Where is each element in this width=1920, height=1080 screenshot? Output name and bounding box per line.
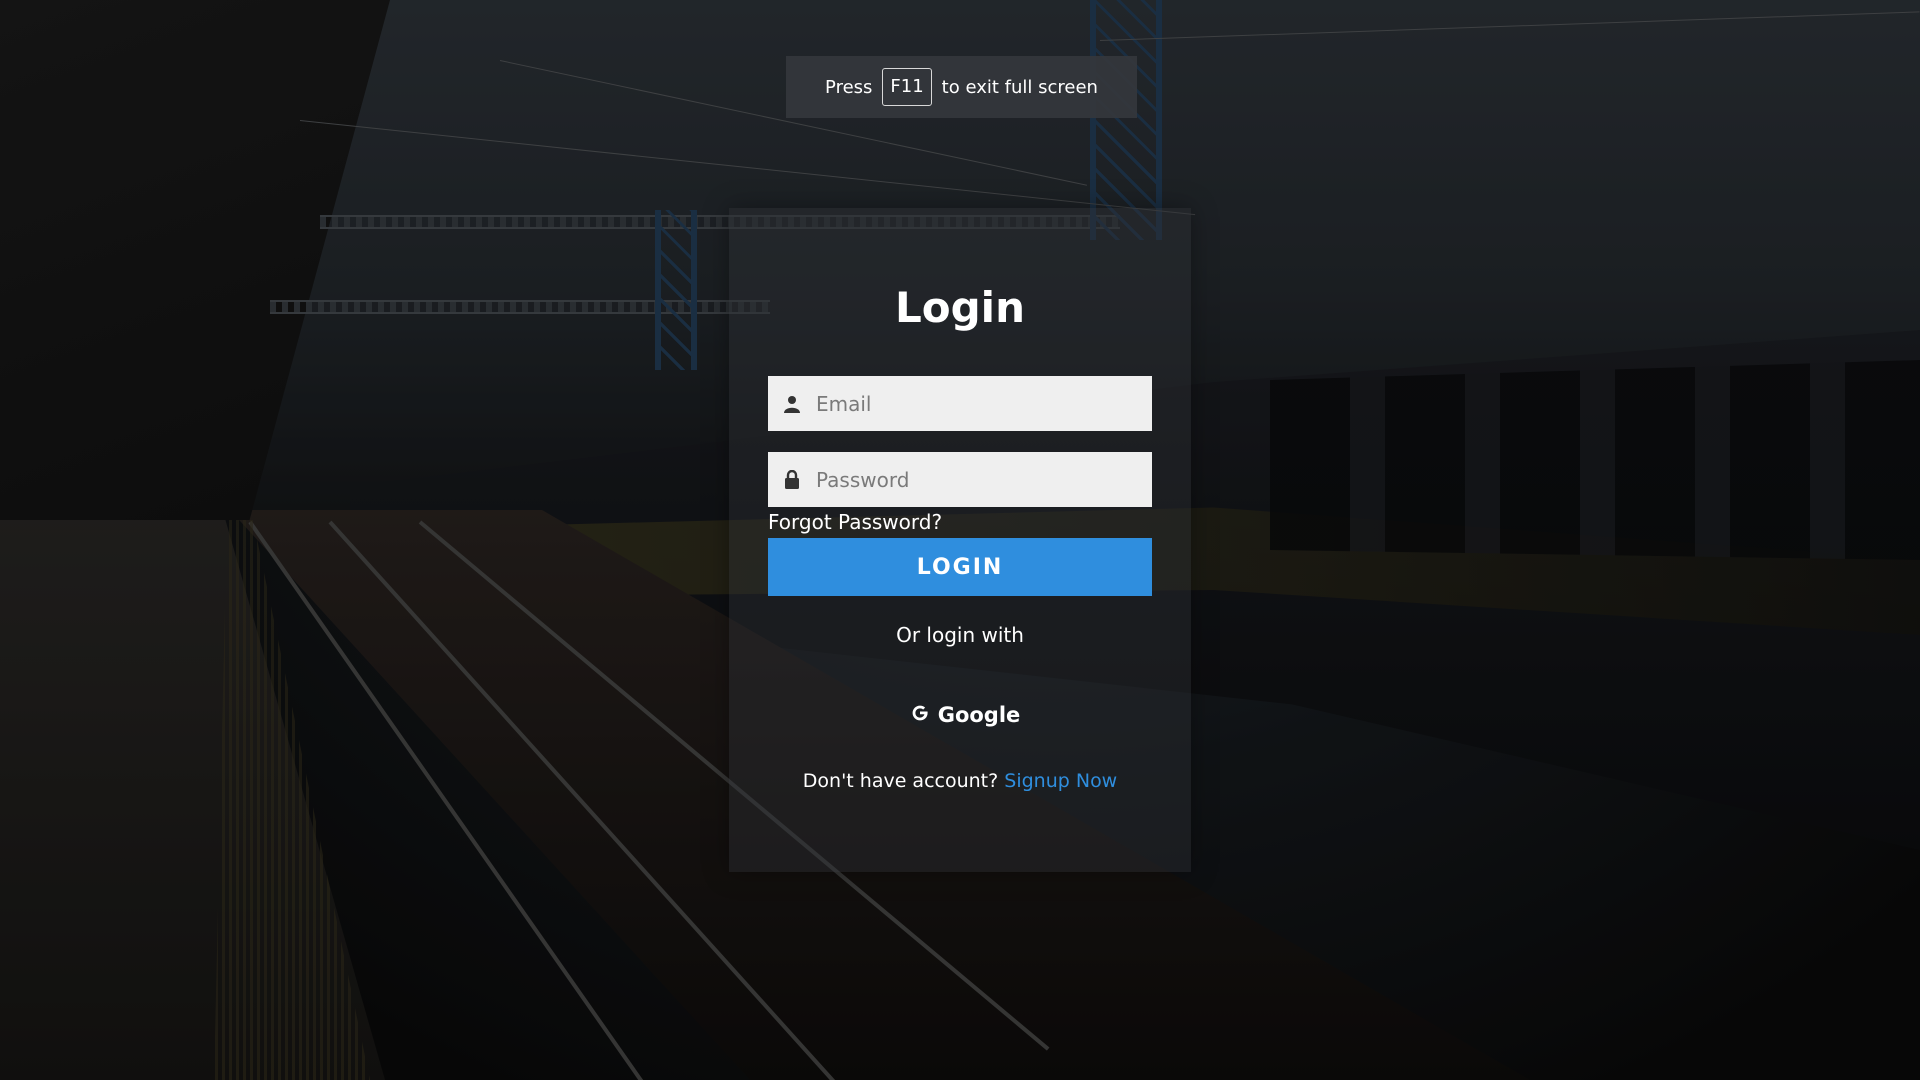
notice-suffix-text: to exit full screen [941, 76, 1098, 98]
user-icon [782, 394, 802, 414]
fullscreen-notice: Press F11 to exit full screen [786, 56, 1137, 118]
password-input[interactable] [814, 466, 1138, 493]
or-login-with-text: Or login with [896, 623, 1024, 647]
email-field[interactable] [768, 376, 1152, 431]
login-page: Press F11 to exit full screen Login Forg… [0, 0, 1920, 1080]
email-input[interactable] [814, 390, 1138, 417]
google-label: Google [937, 703, 1021, 727]
notice-press-text: Press [825, 76, 873, 98]
signup-prompt-line: Don't have account? Signup Now [0, 770, 1920, 792]
login-title: Login [895, 283, 1025, 332]
google-login-button[interactable]: Google [900, 694, 1030, 736]
signup-prompt-text: Don't have account? [802, 770, 999, 792]
signup-now-link[interactable]: Signup Now [1004, 770, 1117, 792]
f11-key-badge: F11 [882, 68, 932, 106]
lock-icon [782, 470, 802, 490]
google-icon [910, 703, 930, 728]
login-button[interactable]: LOGIN [768, 538, 1152, 596]
forgot-password-link[interactable]: Forgot Password? [768, 510, 942, 534]
password-field[interactable] [768, 452, 1152, 507]
